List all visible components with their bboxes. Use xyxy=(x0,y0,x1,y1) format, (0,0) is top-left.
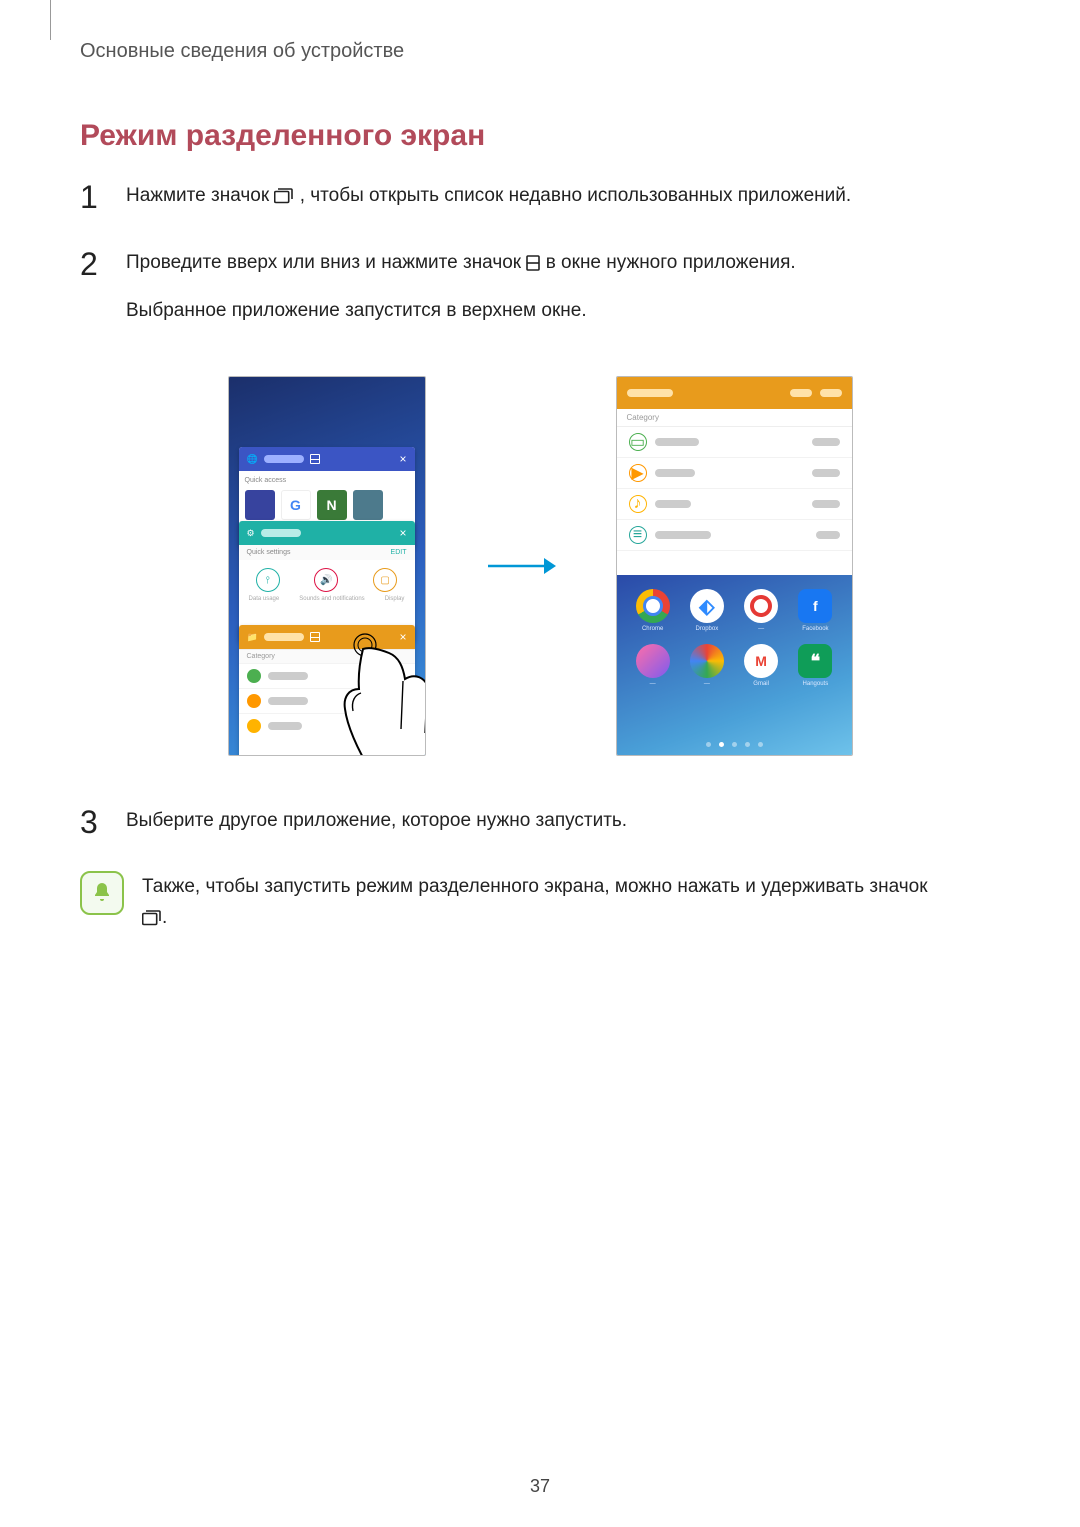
row-value xyxy=(816,531,840,539)
edit-label: EDIT xyxy=(391,549,407,556)
audio-icon: ♪ xyxy=(629,495,647,513)
gear-icon: ⚙ xyxy=(247,528,255,539)
step2-text-before: Проведите вверх или вниз и нажмите значо… xyxy=(126,252,526,273)
row-label xyxy=(655,469,695,477)
home-screen: Chrome ⬖Dropbox — fFacebook — — MGmail ❝… xyxy=(617,575,852,755)
sound-icon: 🔊 xyxy=(314,568,338,592)
close-all-label: CLOSE ALL xyxy=(229,734,425,755)
step3-text: Выберите другое приложение, которое нужн… xyxy=(126,806,627,836)
tile-yahoo xyxy=(245,490,275,520)
recent-apps-icon xyxy=(274,184,294,214)
display-icon: ▢ xyxy=(373,568,397,592)
side-rule xyxy=(50,0,51,40)
row-value xyxy=(812,500,840,508)
figure-area: 🌐 × Quick access G N xyxy=(80,376,1000,756)
folder-icon: 📁 xyxy=(247,632,258,643)
category-label: Category xyxy=(617,409,852,427)
globe-icon: 🌐 xyxy=(247,454,258,465)
step-body: Нажмите значок , чтобы открыть список не… xyxy=(126,181,851,228)
phone-after: Category ▭ ▶ ♪ ≡ Chrome ⬖Dropbox xyxy=(616,376,853,756)
documents-icon: ≡ xyxy=(629,526,647,544)
label-display: Display xyxy=(385,596,405,602)
step2-text2: Выбранное приложение запустится в верхне… xyxy=(126,296,796,326)
row-videos: ▶ xyxy=(617,458,852,489)
step-number: 2 xyxy=(80,248,106,280)
videos-icon xyxy=(247,694,261,708)
split-screen-icon xyxy=(310,632,320,642)
label-data: Data usage xyxy=(249,596,280,602)
note-row: Также, чтобы запустить режим разделенног… xyxy=(80,871,1000,937)
row-value xyxy=(812,469,840,477)
recent-apps-icon xyxy=(142,905,162,936)
app-photos: — xyxy=(683,644,731,687)
close-icon: × xyxy=(399,630,406,644)
files-header xyxy=(617,377,852,409)
breadcrumb: Основные сведения об устройстве xyxy=(80,40,1000,63)
tile-naver: N xyxy=(317,490,347,520)
step-3: 3 Выберите другое приложение, которое ну… xyxy=(80,806,1000,850)
split-screen-icon xyxy=(526,251,540,281)
page-indicator xyxy=(617,742,852,747)
bell-icon xyxy=(90,881,114,905)
close-icon: × xyxy=(399,526,406,540)
card-title xyxy=(264,633,304,641)
step-2: 2 Проведите вверх или вниз и нажмите зна… xyxy=(80,248,1000,340)
manual-page: Основные сведения об устройстве Режим ра… xyxy=(0,0,1080,936)
quick-access-label: Quick access xyxy=(245,477,409,484)
step-number: 3 xyxy=(80,806,106,838)
row-label xyxy=(655,438,699,446)
app-hangouts: ❝Hangouts xyxy=(791,644,839,687)
step1-text-before: Нажмите значок xyxy=(126,185,274,206)
app-facebook: fFacebook xyxy=(791,589,839,632)
images-icon: ▭ xyxy=(629,433,647,451)
step-body: Проведите вверх или вниз и нажмите значо… xyxy=(126,248,796,340)
row-label xyxy=(268,697,308,705)
note-text-after: . xyxy=(162,907,167,928)
audio-icon xyxy=(247,719,261,733)
row-label xyxy=(655,500,691,508)
tile-google: G xyxy=(281,490,311,520)
step1-text-after: , чтобы открыть список недавно использов… xyxy=(300,185,851,206)
recent-card-settings: ⚙ × Quick settings EDIT ⫯ 🔊 ▢ Data usage… xyxy=(239,521,415,641)
data-usage-icon: ⫯ xyxy=(256,568,280,592)
card-title xyxy=(261,529,301,537)
page-number: 37 xyxy=(0,1476,1080,1497)
phone-before: 🌐 × Quick access G N xyxy=(228,376,426,756)
videos-icon: ▶ xyxy=(629,464,647,482)
section-title: Режим разделенного экран xyxy=(80,119,1000,153)
quick-settings-label: Quick settings xyxy=(247,549,291,556)
app-gallery: — xyxy=(629,644,677,687)
arrow-right-icon xyxy=(486,554,556,578)
images-icon xyxy=(247,669,261,683)
note-text-before: Также, чтобы запустить режим разделенног… xyxy=(142,876,928,897)
step-number: 1 xyxy=(80,181,106,213)
row-value xyxy=(812,438,840,446)
row-label xyxy=(268,722,302,730)
row-images: ▭ xyxy=(617,427,852,458)
step2-text-after: в окне нужного приложения. xyxy=(546,252,796,273)
row-label xyxy=(268,672,308,680)
app-generic: — xyxy=(737,589,785,632)
split-screen-icon xyxy=(310,454,320,464)
row-documents: ≡ xyxy=(617,520,852,551)
app-chrome: Chrome xyxy=(629,589,677,632)
row-label xyxy=(655,531,711,539)
note-body: Также, чтобы запустить режим разделенног… xyxy=(142,871,928,937)
label-sound: Sounds and notifications xyxy=(299,596,364,602)
step-1: 1 Нажмите значок , чтобы открыть список … xyxy=(80,181,1000,228)
card-title xyxy=(264,455,304,463)
tile-generic xyxy=(353,490,383,520)
app-gmail: MGmail xyxy=(737,644,785,687)
note-icon-box xyxy=(80,871,124,915)
app-dropbox: ⬖Dropbox xyxy=(683,589,731,632)
close-icon: × xyxy=(399,452,406,466)
row-audio: ♪ xyxy=(617,489,852,520)
category-label: Category xyxy=(239,649,415,663)
step-body: Выберите другое приложение, которое нужн… xyxy=(126,806,627,850)
